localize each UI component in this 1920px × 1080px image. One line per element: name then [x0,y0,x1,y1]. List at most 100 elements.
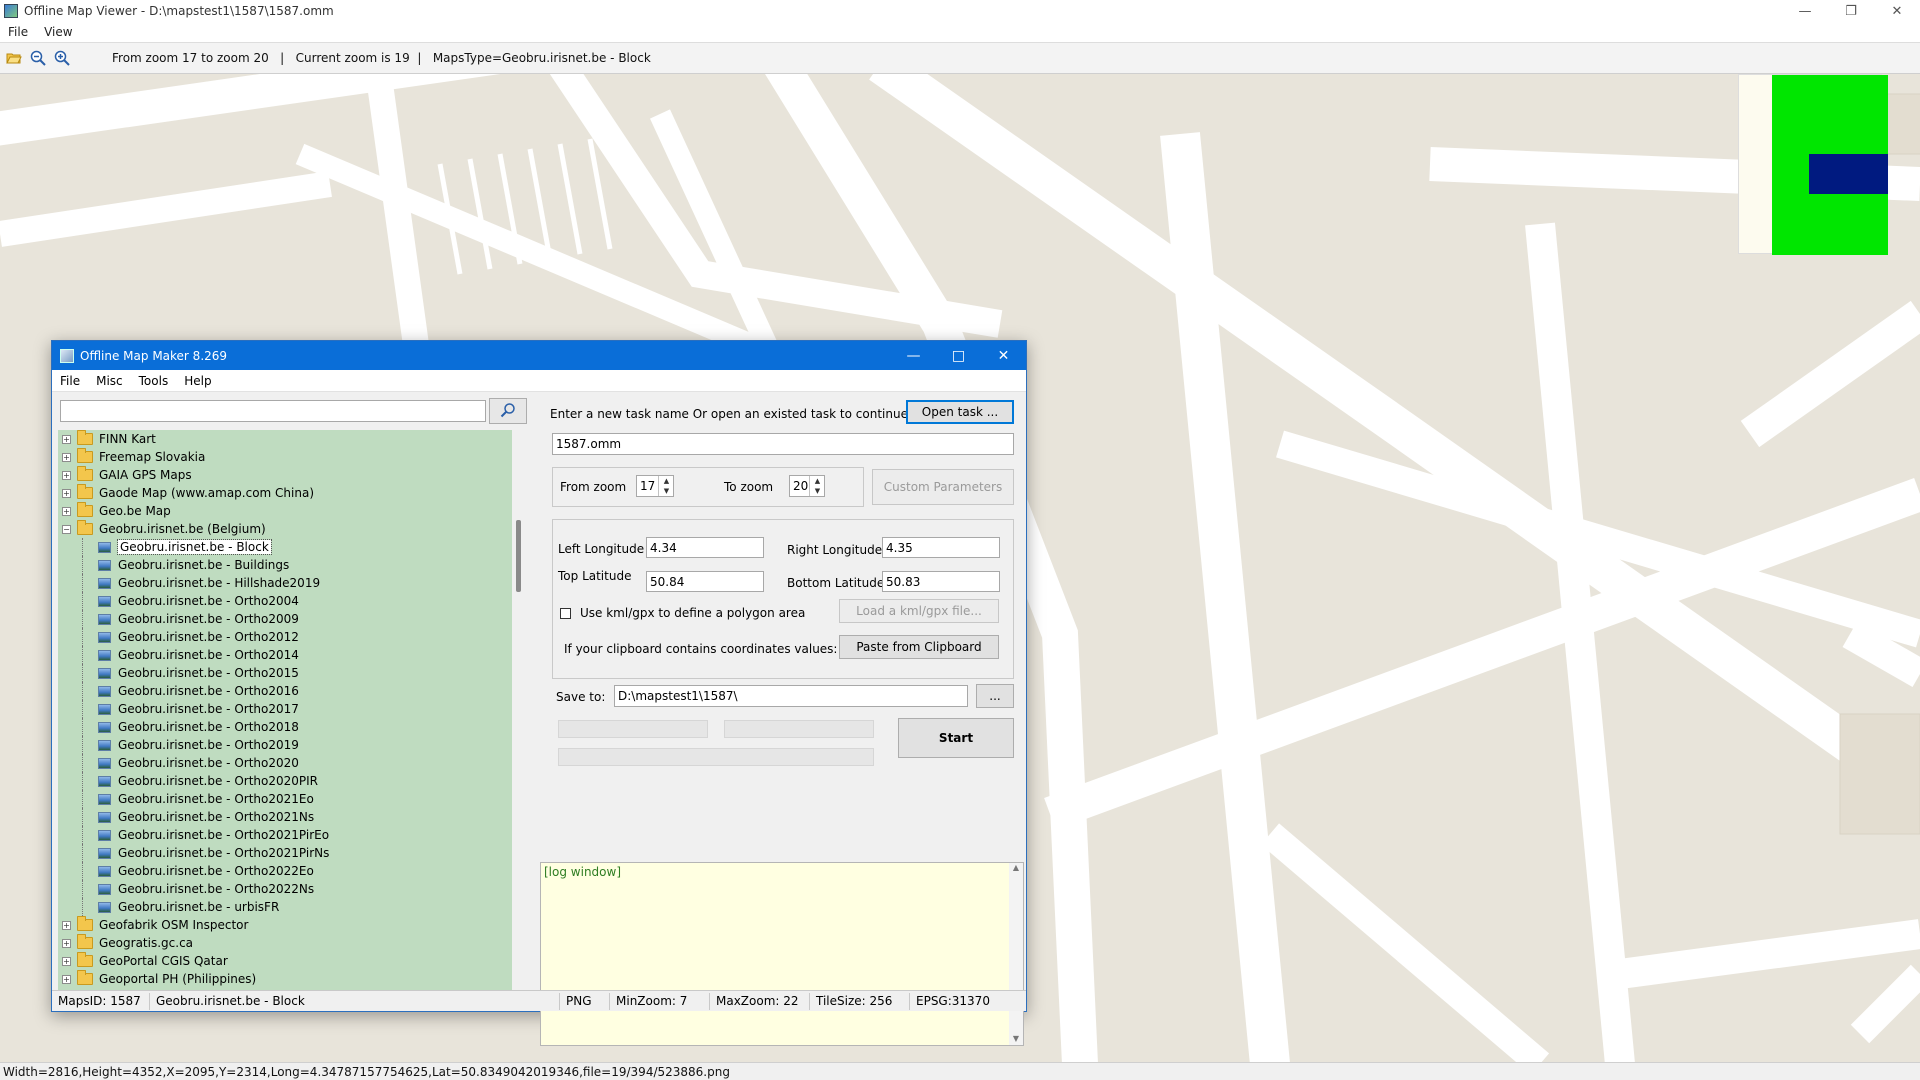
from-zoom-spinner[interactable]: ▲ ▼ [658,476,674,496]
tree-map-item[interactable]: Geobru.irisnet.be - Hillshade2019 [58,574,526,592]
minimize-icon[interactable]: — [1782,0,1828,22]
tree-scrollbar[interactable] [512,430,526,990]
expand-icon[interactable]: + [62,434,71,444]
app-icon [4,4,18,18]
viewer-menu-bar: File View [0,22,1920,42]
map-layer-icon [98,865,111,877]
tree-map-item[interactable]: Geobru.irisnet.be - Ortho2022Ns [58,880,526,898]
tree-folder-item[interactable]: + Geo.be Map [58,502,526,520]
tree-folder-item[interactable]: + Geogratis.gc.ca [58,934,526,952]
top-latitude-field[interactable]: 50.84 [646,571,764,592]
chevron-down-icon[interactable]: ▼ [810,486,825,496]
tree-map-item[interactable]: Geobru.irisnet.be - Ortho2020PIR [58,772,526,790]
search-input[interactable] [60,400,486,422]
zoom-out-icon[interactable] [28,48,48,68]
tree-map-item[interactable]: Geobru.irisnet.be - Ortho2016 [58,682,526,700]
chevron-down-icon[interactable]: ▼ [659,486,674,496]
tree-map-item[interactable]: Geobru.irisnet.be - urbisFR [58,898,526,916]
status-min-zoom: MinZoom: 7 [610,992,710,1010]
save-path-field[interactable]: D:\mapstest1\1587\ [614,685,968,707]
expand-icon[interactable]: + [62,920,71,930]
tree-folder-item[interactable]: − Geobru.irisnet.be (Belgium) [58,520,526,538]
tree-folder-item[interactable]: + Geoportal PH (Philippines) [58,970,526,988]
expand-icon[interactable]: + [62,488,71,498]
start-button[interactable]: Start [898,718,1014,758]
tree-map-item[interactable]: Geobru.irisnet.be - Ortho2022Eo [58,862,526,880]
tree-map-item[interactable]: Geobru.irisnet.be - Block [58,538,526,556]
tree-map-item[interactable]: Geobru.irisnet.be - Ortho2020 [58,754,526,772]
tree-map-item[interactable]: Geobru.irisnet.be - Ortho2014 [58,646,526,664]
dialog-menu-file[interactable]: File [52,374,88,388]
load-kml-button[interactable]: Load a kml/gpx file... [839,599,999,623]
viewer-toolbar: From zoom 17 to zoom 20 | Current zoom i… [0,42,1920,74]
chevron-up-icon[interactable]: ▲ [659,476,674,486]
tree-map-item[interactable]: Geobru.irisnet.be - Ortho2021Eo [58,790,526,808]
tree-map-item[interactable]: Geobru.irisnet.be - Ortho2012 [58,628,526,646]
bottom-latitude-field[interactable]: 50.83 [882,571,1000,592]
map-layer-icon [98,829,111,841]
expand-icon[interactable]: + [62,470,71,480]
tree-map-item[interactable]: Geobru.irisnet.be - Ortho2009 [58,610,526,628]
zoom-in-icon[interactable] [52,48,72,68]
search-button[interactable] [489,398,527,424]
tree-connector [82,610,83,628]
dialog-menu-help[interactable]: Help [176,374,219,388]
tree-folder-item[interactable]: + Gaode Map (www.amap.com China) [58,484,526,502]
expand-icon[interactable]: + [62,452,71,462]
chevron-down-icon[interactable]: ▼ [1009,1034,1023,1043]
right-longitude-label: Right Longitude [787,543,883,557]
viewer-menu-view[interactable]: View [36,25,80,39]
tree-item-label: Geobru.irisnet.be - Ortho2022Eo [118,864,314,878]
expand-icon[interactable]: + [62,974,71,984]
folder-open-icon[interactable] [4,48,24,68]
collapse-icon[interactable]: − [62,524,71,534]
log-scrollbar[interactable]: ▲ ▼ [1009,863,1023,1045]
task-name-field[interactable]: 1587.omm [552,433,1014,455]
chevron-up-icon[interactable]: ▲ [1009,863,1023,872]
restore-icon[interactable]: ❐ [1828,0,1874,22]
dialog-menu-tools[interactable]: Tools [131,374,177,388]
dialog-menu-misc[interactable]: Misc [88,374,131,388]
expand-icon[interactable]: + [62,938,71,948]
tree-map-item[interactable]: Geobru.irisnet.be - Ortho2015 [58,664,526,682]
dialog-menu-bar: File Misc Tools Help [52,370,1026,392]
expand-icon[interactable]: + [62,956,71,966]
maximize-icon[interactable]: □ [936,341,981,370]
tree-map-item[interactable]: Geobru.irisnet.be - Ortho2019 [58,736,526,754]
right-longitude-field[interactable]: 4.35 [882,537,1000,558]
custom-parameters-button[interactable]: Custom Parameters [872,469,1014,505]
minimap[interactable] [1738,74,1888,255]
open-task-button[interactable]: Open task ... [906,400,1014,424]
close-icon[interactable]: ✕ [1874,0,1920,22]
use-kml-label: Use kml/gpx to define a polygon area [580,606,806,620]
chevron-up-icon[interactable]: ▲ [810,476,825,486]
to-zoom-spinner[interactable]: ▲ ▼ [809,476,825,496]
map-source-tree[interactable]: + FINN Kart + Freemap Slovakia + GAIA GPS Map… [58,430,526,990]
browse-button[interactable]: ... [976,684,1014,708]
tree-folder-item[interactable]: + GeoPortal CGIS Qatar [58,952,526,970]
tree-map-item[interactable]: Geobru.irisnet.be - Ortho2004 [58,592,526,610]
tree-map-item[interactable]: Geobru.irisnet.be - Ortho2021PirEo [58,826,526,844]
close-icon[interactable]: ✕ [981,341,1026,370]
expand-icon[interactable]: + [62,506,71,516]
tree-map-item[interactable]: Geobru.irisnet.be - Ortho2017 [58,700,526,718]
tree-scrollbar-thumb[interactable] [516,520,521,592]
tree-map-item[interactable]: Geobru.irisnet.be - Ortho2021Ns [58,808,526,826]
log-window[interactable]: [log window] ▲ ▼ [540,862,1024,1046]
tree-folder-item[interactable]: + GAIA GPS Maps [58,466,526,484]
use-kml-checkbox[interactable] [560,608,571,619]
viewer-menu-file[interactable]: File [0,25,36,39]
search-icon [500,402,516,421]
tree-folder-item[interactable]: + Geofabrik OSM Inspector [58,916,526,934]
tree-map-item[interactable]: Geobru.irisnet.be - Buildings [58,556,526,574]
tree-folder-item[interactable]: + Freemap Slovakia [58,448,526,466]
tree-item-label: Geobru.irisnet.be - Ortho2015 [118,666,299,680]
tree-map-item[interactable]: Geobru.irisnet.be - Ortho2018 [58,718,526,736]
map-layer-icon [98,595,111,607]
dialog-title-bar[interactable]: Offline Map Maker 8.269 — □ ✕ [52,341,1026,370]
paste-from-clipboard-button[interactable]: Paste from Clipboard [839,635,999,659]
left-longitude-field[interactable]: 4.34 [646,537,764,558]
minimize-icon[interactable]: — [891,341,936,370]
tree-map-item[interactable]: Geobru.irisnet.be - Ortho2021PirNs [58,844,526,862]
tree-folder-item[interactable]: + FINN Kart [58,430,526,448]
